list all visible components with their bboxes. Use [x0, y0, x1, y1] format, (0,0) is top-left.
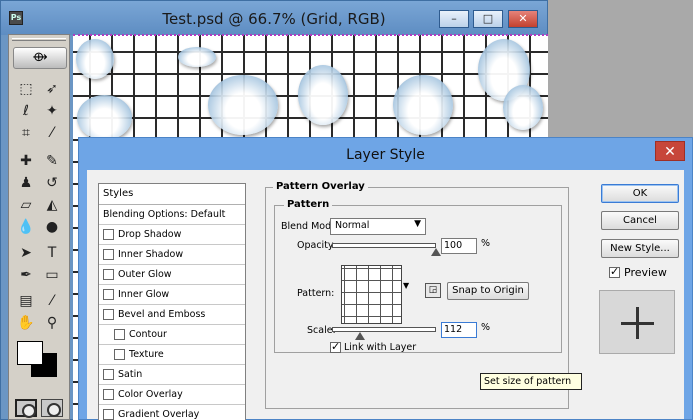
toolbox: ⟴ ⬚ ➶ ℓ ✦ ⌗ ⁄ ✚ ✎ ♟ ↺ ▱ ◭ 💧 ● ➤ T ✒ ▭ ▤ … [8, 34, 70, 420]
opacity-label: Opacity: [297, 240, 337, 251]
maximize-button[interactable]: □ [473, 10, 503, 28]
pattern-dropdown-arrow-icon[interactable]: ▼ [403, 281, 409, 290]
minimize-button[interactable]: – [439, 10, 469, 28]
dialog-close-button[interactable]: ✕ [655, 141, 685, 161]
color-overlay-checkbox[interactable] [103, 389, 114, 400]
opacity-unit: % [481, 238, 491, 249]
create-new-preset-icon[interactable]: ◲ [425, 283, 441, 298]
eraser-tool-icon[interactable]: ▱ [15, 195, 37, 215]
outer-glow-checkbox[interactable] [103, 269, 114, 280]
photoshop-feather-icon[interactable]: ⟴ [13, 47, 67, 69]
brush-tool-icon[interactable]: ✎ [41, 151, 63, 171]
style-item-blending-options[interactable]: Blending Options: Default [99, 205, 245, 225]
hand-tool-icon[interactable]: ✋ [15, 313, 37, 333]
style-item-gradient-overlay[interactable]: Gradient Overlay [99, 405, 245, 420]
cloud-shape [208, 75, 278, 135]
cloud-shape [77, 95, 132, 140]
type-tool-icon[interactable]: T [41, 243, 63, 263]
zoom-tool-icon[interactable]: ⚲ [41, 313, 63, 333]
layer-style-dialog: Layer Style ✕ Styles Blending Options: D… [78, 137, 693, 420]
close-button[interactable]: ✕ [508, 10, 538, 28]
cancel-button[interactable]: Cancel [601, 211, 679, 230]
style-item-contour[interactable]: Contour [99, 325, 245, 345]
dodge-tool-icon[interactable]: ● [41, 217, 63, 237]
link-with-layer-label: Link with Layer [344, 342, 417, 353]
preview-option[interactable]: Preview [609, 265, 667, 279]
preview-checkbox[interactable] [609, 265, 620, 278]
dialog-title: Layer Style [346, 147, 425, 163]
cloud-shape [178, 47, 216, 67]
bevel-and-emboss-checkbox[interactable] [103, 309, 114, 320]
style-item-inner-glow[interactable]: Inner Glow [99, 285, 245, 305]
styles-list: Styles Blending Options: Default Drop Sh… [98, 183, 246, 420]
history-brush-tool-icon[interactable]: ↺ [41, 173, 63, 193]
style-preview-thumbnail [599, 290, 675, 354]
marquee-tool-icon[interactable]: ⬚ [15, 79, 37, 99]
path-selection-tool-icon[interactable]: ➤ [15, 243, 37, 263]
gradient-overlay-checkbox[interactable] [103, 409, 114, 420]
style-item-color-overlay[interactable]: Color Overlay [99, 385, 245, 405]
opacity-input[interactable]: 100 [441, 238, 477, 254]
scale-input[interactable]: 112 [441, 322, 477, 338]
healing-brush-tool-icon[interactable]: ✚ [15, 151, 37, 171]
lasso-tool-icon[interactable]: ℓ [15, 101, 37, 121]
inner-shadow-checkbox[interactable] [103, 249, 114, 260]
satin-checkbox[interactable] [103, 369, 114, 380]
blend-mode-select[interactable]: Normal ▼ [330, 218, 426, 235]
link-with-layer-checkbox[interactable] [330, 340, 341, 353]
opacity-slider-thumb[interactable] [431, 248, 441, 256]
pen-tool-icon[interactable]: ✒ [15, 265, 37, 285]
scale-slider[interactable] [332, 327, 436, 332]
eyedropper-tool-icon[interactable]: ⁄ [41, 291, 63, 311]
style-item-outer-glow[interactable]: Outer Glow [99, 265, 245, 285]
style-item-satin[interactable]: Satin [99, 365, 245, 385]
pattern-overlay-title: Pattern Overlay [273, 181, 368, 192]
snap-to-origin-button[interactable]: Snap to Origin [447, 282, 529, 300]
styles-header[interactable]: Styles [99, 184, 245, 205]
magic-wand-tool-icon[interactable]: ✦ [41, 101, 63, 121]
quick-mask-mode-button[interactable] [41, 399, 63, 417]
crop-tool-icon[interactable]: ⌗ [15, 123, 37, 143]
standard-mode-button[interactable] [15, 399, 37, 418]
cloud-shape [393, 75, 453, 135]
ok-button[interactable]: OK [601, 184, 679, 203]
style-item-bevel-and-emboss[interactable]: Bevel and Emboss [99, 305, 245, 325]
rectangle-tool-icon[interactable]: ▭ [41, 265, 63, 285]
pattern-group: Pattern Blend Mode: Normal ▼ Opacity: 10… [274, 199, 562, 353]
pattern-group-title: Pattern [284, 199, 333, 210]
clone-stamp-tool-icon[interactable]: ♟ [15, 173, 37, 193]
scale-unit: % [481, 322, 491, 333]
foreground-color-swatch[interactable] [17, 341, 43, 365]
toolbox-grip[interactable] [12, 38, 66, 41]
cloud-shape [503, 85, 543, 130]
cloud-shape [76, 39, 114, 79]
opacity-slider[interactable] [332, 243, 436, 248]
move-tool-icon[interactable]: ➶ [41, 79, 63, 99]
notes-tool-icon[interactable]: ▤ [15, 291, 37, 311]
drop-shadow-checkbox[interactable] [103, 229, 114, 240]
preview-label: Preview [624, 266, 667, 279]
document-titlebar[interactable]: Ps Test.psd @ 66.7% (Grid, RGB) – □ ✕ [1, 1, 547, 35]
texture-checkbox[interactable] [114, 349, 125, 360]
pattern-label: Pattern: [297, 288, 335, 299]
style-item-drop-shadow[interactable]: Drop Shadow [99, 225, 245, 245]
style-item-texture[interactable]: Texture [99, 345, 245, 365]
dialog-body: Styles Blending Options: Default Drop Sh… [87, 170, 684, 420]
cloud-shape [298, 65, 348, 125]
preview-cross-horizontal [621, 322, 654, 325]
paint-bucket-tool-icon[interactable]: ◭ [41, 195, 63, 215]
contour-checkbox[interactable] [114, 329, 125, 340]
inner-glow-checkbox[interactable] [103, 289, 114, 300]
slice-tool-icon[interactable]: ⁄ [41, 123, 63, 143]
chevron-down-icon: ▼ [414, 219, 421, 229]
blur-tool-icon[interactable]: 💧 [15, 217, 37, 237]
new-style-button[interactable]: New Style... [601, 239, 679, 258]
selection-marquee [73, 34, 548, 36]
link-with-layer-option[interactable]: Link with Layer [330, 340, 417, 353]
pattern-picker[interactable] [341, 265, 402, 324]
scale-slider-thumb[interactable] [355, 332, 366, 340]
style-item-inner-shadow[interactable]: Inner Shadow [99, 245, 245, 265]
dialog-titlebar[interactable]: Layer Style ✕ [79, 138, 692, 170]
scale-tooltip: Set size of pattern [480, 373, 582, 390]
